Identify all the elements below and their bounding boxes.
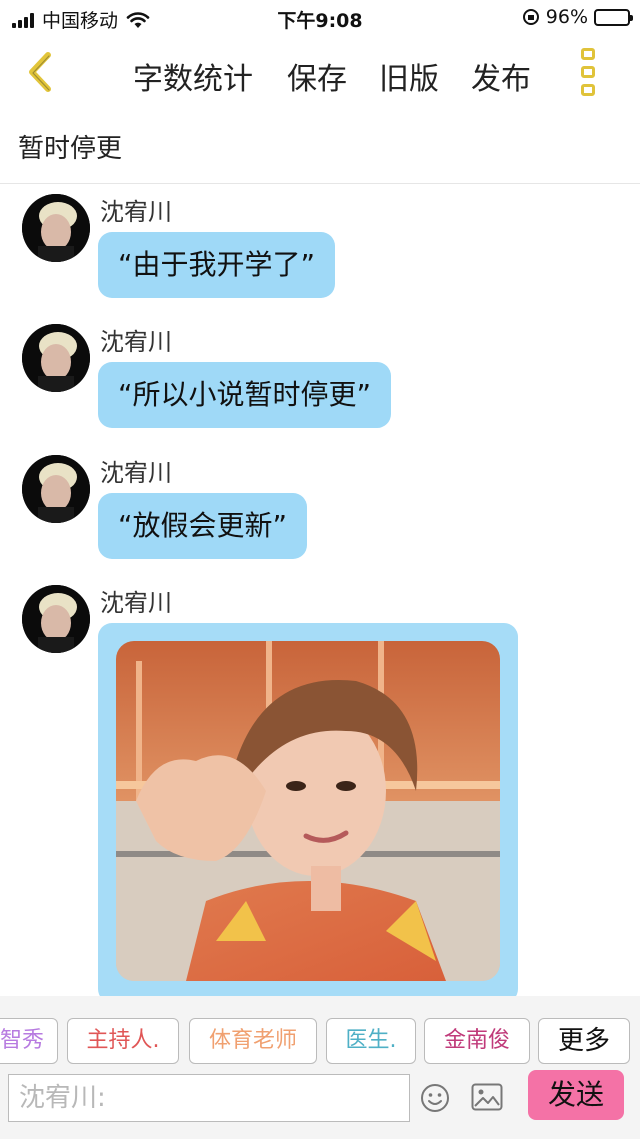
sender-name: 沈宥川 xyxy=(100,589,172,617)
old-version-button[interactable]: 旧版 xyxy=(379,54,439,98)
image-message-bubble[interactable] xyxy=(98,623,518,1003)
message-photo[interactable] xyxy=(116,641,500,981)
character-chip[interactable]: 金南俊 xyxy=(424,1018,530,1064)
send-button[interactable]: 发送 xyxy=(528,1070,624,1120)
back-chevron-icon[interactable] xyxy=(22,50,58,94)
status-right: 96% xyxy=(522,6,633,28)
avatar[interactable] xyxy=(22,455,90,523)
save-button[interactable]: 保存 xyxy=(287,54,347,98)
editor-toolbar: 字数统计 保存 旧版 发布 xyxy=(0,36,640,108)
message-bubble[interactable]: “放假会更新” xyxy=(98,493,308,559)
more-characters-button[interactable]: 更多 xyxy=(538,1018,630,1064)
message-input[interactable]: 沈宥川: xyxy=(8,1074,410,1122)
avatar-image xyxy=(22,455,90,523)
avatar[interactable] xyxy=(22,585,90,653)
character-chip[interactable]: 智秀 xyxy=(0,1018,58,1064)
avatar[interactable] xyxy=(22,194,90,262)
divider xyxy=(0,183,640,184)
battery-percent: 96% xyxy=(545,6,588,28)
photo-image xyxy=(116,641,500,981)
image-icon[interactable] xyxy=(471,1083,503,1111)
emoji-icon[interactable] xyxy=(420,1083,450,1113)
avatar[interactable] xyxy=(22,324,90,392)
publish-button[interactable]: 发布 xyxy=(471,54,531,98)
message-bubble[interactable]: “由于我开学了” xyxy=(98,232,336,298)
character-bar: 智秀 主持人. 体育老师 医生. 金南俊 更多 沈宥川: 发送 xyxy=(0,996,640,1139)
character-chip[interactable]: 医生. xyxy=(326,1018,416,1064)
avatar-image xyxy=(22,194,90,262)
character-chip[interactable]: 主持人. xyxy=(67,1018,179,1064)
story-title[interactable]: 暂时停更 xyxy=(18,128,122,165)
sender-name: 沈宥川 xyxy=(100,459,172,487)
battery-icon xyxy=(594,8,633,26)
character-chip[interactable]: 体育老师 xyxy=(189,1018,317,1064)
more-menu-icon[interactable] xyxy=(578,48,598,96)
sender-name: 沈宥川 xyxy=(100,328,172,356)
sender-name: 沈宥川 xyxy=(100,198,172,226)
status-bar: 中国移动 下午9:08 96% xyxy=(0,0,640,36)
avatar-image xyxy=(22,585,90,653)
word-count-button[interactable]: 字数统计 xyxy=(133,54,253,98)
message-bubble[interactable]: “所以小说暂时停更” xyxy=(98,362,392,428)
rotation-lock-icon xyxy=(522,9,539,25)
avatar-image xyxy=(22,324,90,392)
